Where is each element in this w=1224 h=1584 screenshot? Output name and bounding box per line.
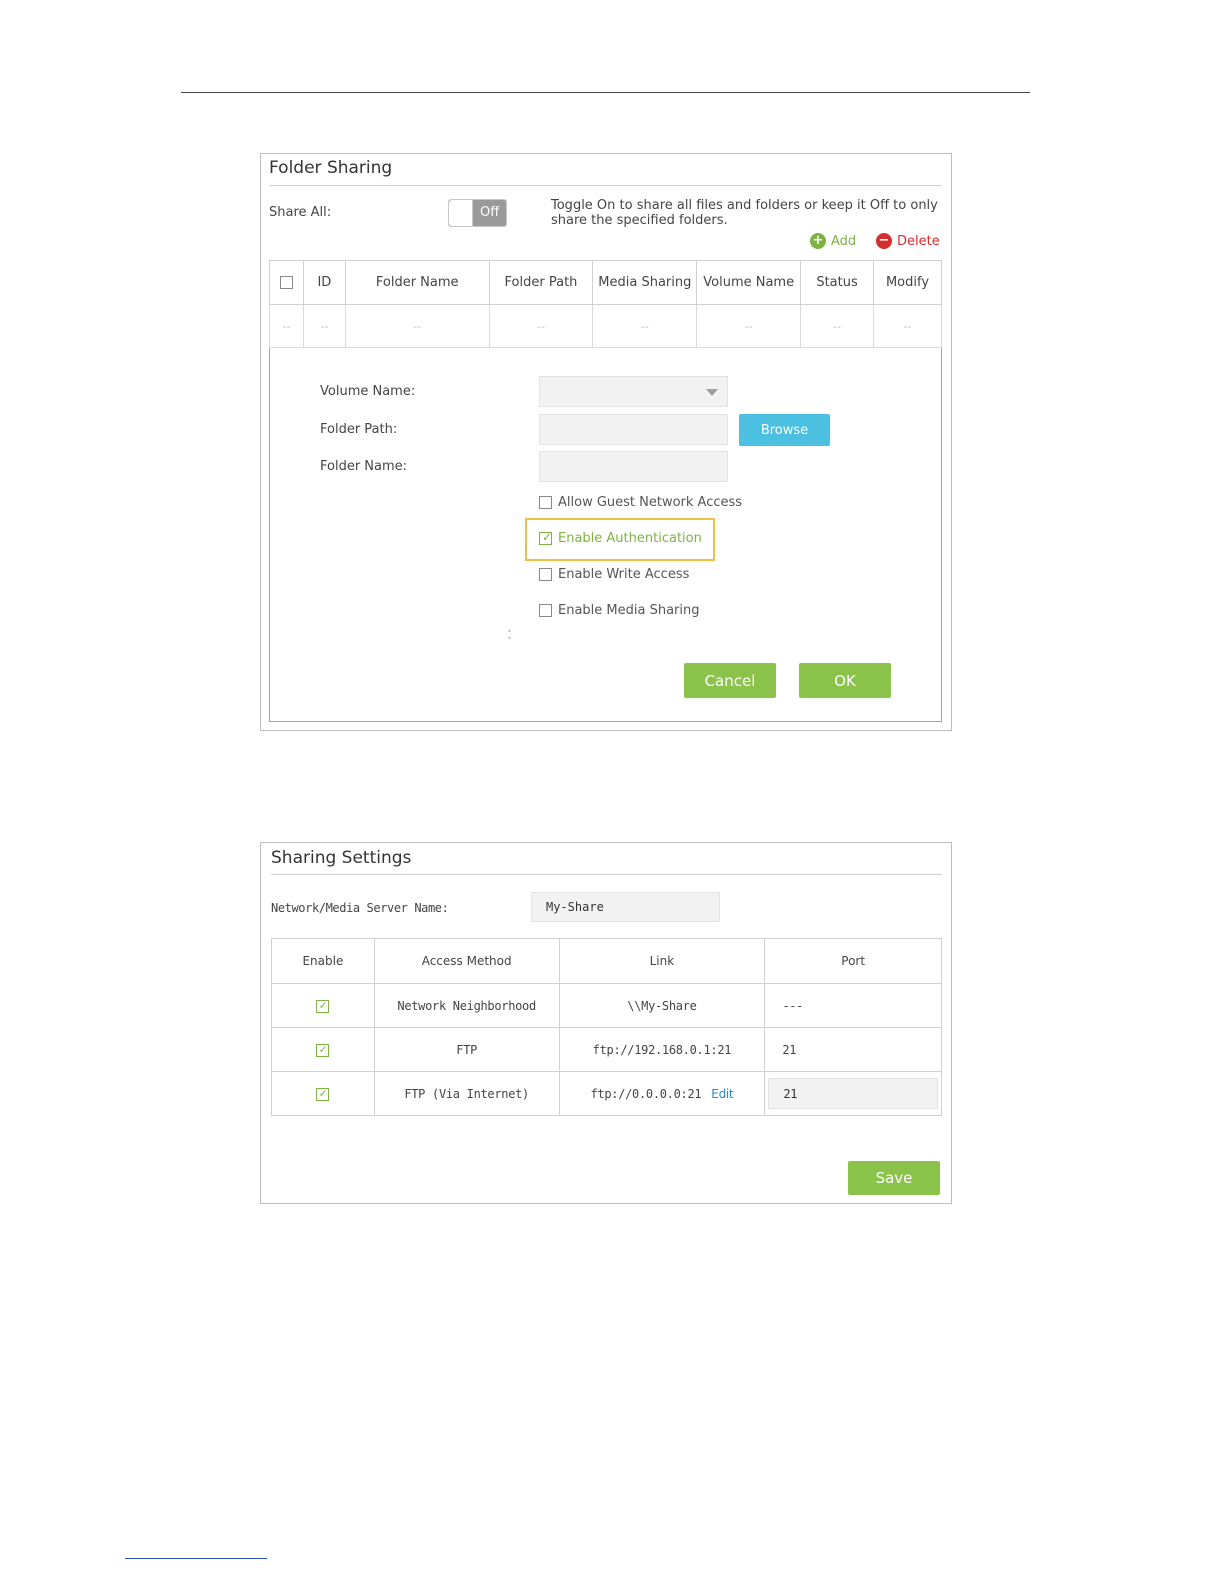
add-label: Add (831, 233, 857, 249)
checkmark-icon: ✓ (319, 1085, 327, 1100)
footnote-rule (125, 1558, 267, 1559)
sharing-settings-panel: Sharing Settings Network/Media Server Na… (260, 842, 952, 1204)
header-enable: Enable (271, 938, 375, 984)
header-id: ID (302, 260, 346, 305)
folder-name-label: Folder Name: (320, 459, 408, 474)
toggle-state-text: Off (480, 205, 500, 220)
table-cell: -- (696, 304, 802, 348)
delete-label: Delete (897, 233, 940, 249)
link-text: ftp://0.0.0.0:21 (590, 1086, 702, 1101)
folder-name-input[interactable] (539, 451, 728, 482)
header-link: Link (558, 938, 766, 984)
toggle-knob (449, 200, 473, 226)
table-cell: -- (302, 304, 346, 348)
browse-button[interactable]: Browse (739, 414, 830, 446)
table-cell: -- (488, 304, 594, 348)
table-cell: -- (592, 304, 698, 348)
header-access-method: Access Method (373, 938, 560, 984)
enable-cell: ✓ (271, 1027, 375, 1072)
table-cell: -- (344, 304, 490, 348)
checkbox-box: ✓ (539, 530, 553, 545)
access-table-header: Enable Access Method Link Port (271, 938, 942, 984)
volume-name-label: Volume Name: (320, 384, 416, 399)
enable-authentication-label: Enable Authentication (558, 531, 702, 546)
access-method-table: Enable Access Method Link Port ✓ Network… (271, 938, 942, 1116)
ok-button[interactable]: OK (799, 663, 891, 698)
write-access-label: Enable Write Access (558, 567, 690, 582)
edit-link[interactable]: Edit (711, 1087, 733, 1101)
decorative-dots: • • (507, 627, 512, 643)
sharing-settings-title: Sharing Settings (271, 848, 412, 868)
header-volume-name: Volume Name (696, 260, 802, 305)
port-cell: --- (764, 983, 942, 1028)
share-all-toggle[interactable]: Off (448, 199, 507, 227)
enable-checkbox[interactable]: ✓ (316, 1085, 330, 1101)
port-cell: 21 (764, 1027, 942, 1072)
header-modify: Modify (873, 260, 942, 305)
add-folder-form: Volume Name: Folder Path: Browse Folder … (269, 348, 942, 722)
volume-name-select[interactable] (539, 376, 728, 407)
checkmark-icon: ✓ (542, 530, 553, 544)
table-row: ✓ FTP ftp://192.168.0.1:21 21 (271, 1027, 942, 1072)
delete-button[interactable]: − Delete (876, 233, 940, 249)
checkbox-box (539, 496, 552, 509)
link-cell: ftp://0.0.0.0:21 Edit (558, 1071, 766, 1116)
chevron-down-icon (706, 389, 718, 396)
server-name-input[interactable]: My-Share (531, 892, 720, 922)
folder-path-input[interactable] (539, 414, 728, 445)
minus-icon: − (876, 233, 892, 249)
table-cell: -- (873, 304, 942, 348)
header-folder-path: Folder Path (488, 260, 594, 305)
checkbox-box (539, 604, 552, 617)
port-cell: 21 (764, 1071, 942, 1116)
port-input[interactable]: 21 (768, 1078, 938, 1109)
media-sharing-checkbox[interactable]: Enable Media Sharing (539, 603, 700, 618)
title-divider (269, 185, 942, 186)
header-folder-name: Folder Name (344, 260, 490, 305)
plus-icon: + (810, 233, 826, 249)
write-access-checkbox[interactable]: Enable Write Access (539, 567, 689, 582)
save-button[interactable]: Save (848, 1161, 940, 1195)
table-cell: -- (800, 304, 874, 348)
enable-checkbox[interactable]: ✓ (316, 1041, 330, 1057)
table-row: -- -- -- -- -- -- -- -- (269, 304, 942, 348)
enable-authentication-checkbox[interactable]: ✓ Enable Authentication (539, 530, 702, 546)
checkmark-icon: ✓ (319, 1041, 327, 1056)
select-all-cell (269, 260, 304, 305)
header-port: Port (764, 938, 942, 984)
enable-cell: ✓ (271, 1071, 375, 1116)
access-method-cell: FTP (Via Internet) (373, 1071, 560, 1116)
table-row: ✓ Network Neighborhood \\My-Share --- (271, 983, 942, 1028)
checkmark-icon: ✓ (319, 997, 327, 1012)
header-status: Status (800, 260, 874, 305)
add-button[interactable]: + Add (810, 233, 856, 249)
enable-cell: ✓ (271, 983, 375, 1028)
folder-table: ID Folder Name Folder Path Media Sharing… (269, 260, 942, 348)
table-row: ✓ FTP (Via Internet) ftp://0.0.0.0:21 Edi… (271, 1071, 942, 1116)
access-method-cell: FTP (373, 1027, 560, 1072)
cancel-button[interactable]: Cancel (684, 663, 776, 698)
access-method-cell: Network Neighborhood (373, 983, 560, 1028)
checkbox-box (539, 568, 552, 581)
share-all-description: Toggle On to share all files and folders… (551, 198, 938, 228)
link-cell: \\My-Share (558, 983, 766, 1028)
folder-sharing-title: Folder Sharing (269, 158, 393, 178)
folder-sharing-panel: Folder Sharing Share All: Off Toggle On … (260, 153, 952, 731)
server-name-label: Network/Media Server Name: (271, 901, 449, 915)
folder-path-label: Folder Path: (320, 422, 398, 437)
guest-access-checkbox[interactable]: Allow Guest Network Access (539, 495, 742, 510)
link-cell: ftp://192.168.0.1:21 (558, 1027, 766, 1072)
media-sharing-label: Enable Media Sharing (558, 603, 700, 618)
enable-checkbox[interactable]: ✓ (316, 997, 330, 1013)
guest-access-label: Allow Guest Network Access (558, 495, 743, 510)
share-all-label: Share All: (269, 205, 332, 220)
page-header-rule (181, 92, 1030, 93)
table-cell: -- (269, 304, 304, 348)
title-divider (271, 874, 942, 875)
select-all-checkbox[interactable] (279, 276, 293, 289)
folder-table-header: ID Folder Name Folder Path Media Sharing… (269, 260, 942, 305)
header-media-sharing: Media Sharing (592, 260, 698, 305)
